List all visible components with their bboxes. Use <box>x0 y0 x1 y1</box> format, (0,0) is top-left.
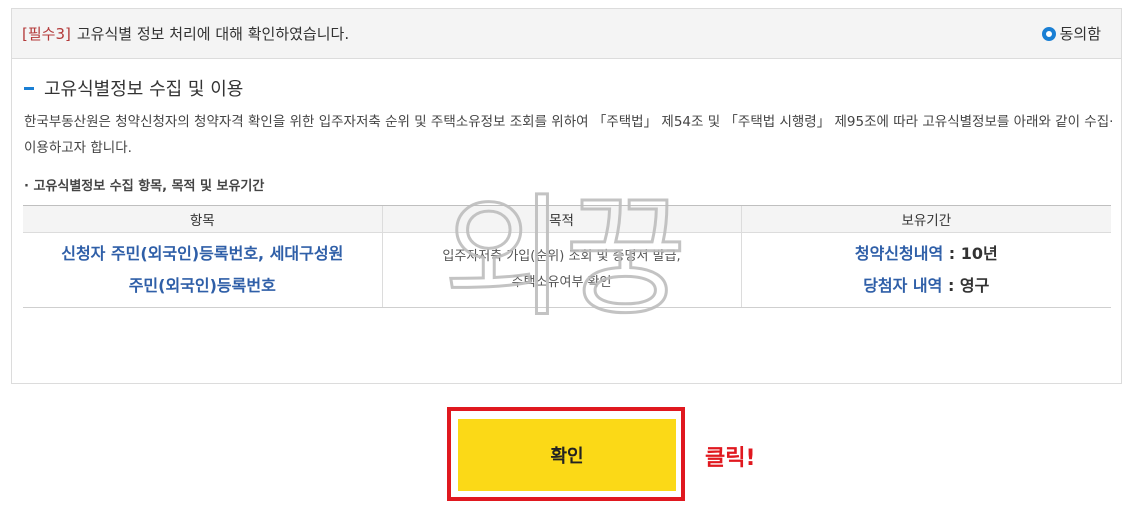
required-tag: [필수3] <box>22 25 71 43</box>
item-cell: 신청자 주민(외국인)등록번호, 세대구성원 주민(외국인)등록번호 <box>23 232 383 308</box>
retention-1-value: : 10년 <box>943 244 998 263</box>
retention-2-value: : 영구 <box>942 276 990 295</box>
info-table: 항목 목적 보유기간 신청자 주민(외국인)등록번호, 세대구성원 주민(외국인… <box>23 205 1111 308</box>
purpose-line-2: 주택소유여부 확인 <box>511 275 612 290</box>
retention-1-label: 청약신청내역 <box>854 244 944 263</box>
retention-cell: 청약신청내역 : 10년 당첨자 내역 : 영구 <box>740 232 1111 308</box>
retention-2-label: 당첨자 내역 <box>863 276 943 295</box>
section-title: 고유식별정보 수집 및 이용 <box>24 75 243 101</box>
section-title-text: 고유식별정보 수집 및 이용 <box>44 79 244 100</box>
dash-icon <box>24 86 34 90</box>
purpose-cell: 입주자저축 가입(순위) 조회 및 증명서 발급, 주택소유여부 확인 <box>381 232 742 308</box>
header-item: 항목 <box>23 205 383 233</box>
table-header-row: 항목 목적 보유기간 <box>23 205 1111 233</box>
agree-radio-option[interactable]: 동의함 <box>1041 23 1101 44</box>
section-description: 한국부동산원은 청약신청자의 청약자격 확인을 위한 입주자저축 순위 및 주택… <box>24 114 1114 156</box>
confirm-button[interactable]: 확인 <box>458 419 676 491</box>
consent-header: [필수3] 고유식별 정보 처리에 대해 확인하였습니다. <box>12 9 1121 59</box>
section-subheading: · 고유식별정보 수집 항목, 목적 및 보유기간 <box>24 179 265 194</box>
consent-panel: [필수3] 고유식별 정보 처리에 대해 확인하였습니다. 동의함 고유식별정보… <box>11 8 1122 384</box>
retention-line-2: 당첨자 내역 : 영구 <box>743 270 1110 302</box>
item-line-2: 주민(외국인)등록번호 <box>128 276 276 295</box>
agree-label[interactable]: 동의함 <box>1060 23 1101 44</box>
table-row: 신청자 주민(외국인)등록번호, 세대구성원 주민(외국인)등록번호 입주자저축… <box>23 232 1111 308</box>
header-retention: 보유기간 <box>740 205 1111 233</box>
header-purpose: 목적 <box>381 205 742 233</box>
consent-title: 고유식별 정보 처리에 대해 확인하였습니다. <box>76 25 350 43</box>
click-annotation: 클릭! <box>705 446 756 471</box>
purpose-line-1: 입주자저축 가입(순위) 조회 및 증명서 발급, <box>442 249 681 264</box>
retention-line-1: 청약신청내역 : 10년 <box>743 238 1110 270</box>
radio-selected-icon[interactable] <box>1041 26 1056 41</box>
item-line-1: 신청자 주민(외국인)등록번호, 세대구성원 <box>61 244 344 263</box>
